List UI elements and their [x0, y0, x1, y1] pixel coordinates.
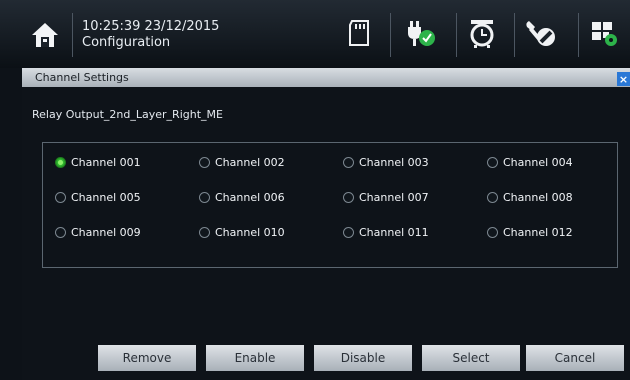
app-frame: 10:25:39 23/12/2015 Configuration Channe…: [0, 0, 630, 380]
radio-unchecked-icon: [55, 192, 66, 203]
toolbar-divider: [72, 13, 73, 57]
relay-output-label: Relay Output_2nd_Layer_Right_ME: [32, 108, 223, 121]
toolbar-divider: [514, 13, 515, 57]
status-clock: 10:25:39 23/12/2015 Configuration: [82, 19, 219, 51]
channel-radio-010[interactable]: Channel 010: [199, 226, 285, 239]
channel-label: Channel 002: [215, 156, 285, 169]
radio-unchecked-icon: [55, 227, 66, 238]
channel-radio-005[interactable]: Channel 005: [55, 191, 141, 204]
sd-card-button[interactable]: [340, 16, 380, 54]
radio-checked-icon: [55, 157, 66, 168]
radio-unchecked-icon: [487, 192, 498, 203]
radio-unchecked-icon: [343, 192, 354, 203]
channel-radio-006[interactable]: Channel 006: [199, 191, 285, 204]
radio-unchecked-icon: [487, 157, 498, 168]
channel-radio-002[interactable]: Channel 002: [199, 156, 285, 169]
channel-settings-dialog: Channel Settings × Relay Output_2nd_Laye…: [22, 68, 630, 380]
channel-label: Channel 007: [359, 191, 429, 204]
channel-label: Channel 004: [503, 156, 573, 169]
select-button[interactable]: Select: [422, 345, 520, 371]
enable-button[interactable]: Enable: [206, 345, 304, 371]
top-bar: 10:25:39 23/12/2015 Configuration: [0, 0, 630, 68]
channel-radio-012[interactable]: Channel 012: [487, 226, 573, 239]
channel-radio-004[interactable]: Channel 004: [487, 156, 573, 169]
grid-settings-icon: [589, 18, 619, 52]
channel-label: Channel 011: [359, 226, 429, 239]
radio-unchecked-icon: [487, 227, 498, 238]
channel-radio-001[interactable]: Channel 001: [55, 156, 141, 169]
tools-button[interactable]: [520, 16, 560, 54]
radio-unchecked-icon: [343, 227, 354, 238]
alarm-button[interactable]: [462, 16, 502, 54]
channel-label: Channel 006: [215, 191, 285, 204]
cancel-button[interactable]: Cancel: [526, 345, 624, 371]
close-icon: ×: [618, 72, 629, 86]
dialog-title-bar: Channel Settings ×: [22, 68, 630, 87]
power-status-button[interactable]: [400, 16, 440, 54]
page-title: Configuration: [82, 35, 171, 50]
radio-unchecked-icon: [343, 157, 354, 168]
toolbar-divider: [390, 13, 391, 57]
toolbar-divider: [456, 13, 457, 57]
radio-unchecked-icon: [199, 157, 210, 168]
radio-unchecked-icon: [199, 192, 210, 203]
power-plug-ok-icon: [402, 17, 438, 53]
dialog-title: Channel Settings: [35, 71, 129, 84]
wrench-disabled-icon: [523, 17, 557, 53]
remove-button[interactable]: Remove: [98, 345, 196, 371]
radio-unchecked-icon: [199, 227, 210, 238]
home-button[interactable]: [28, 20, 62, 54]
layout-settings-button[interactable]: [584, 16, 624, 54]
channel-label: Channel 005: [71, 191, 141, 204]
close-button[interactable]: ×: [617, 72, 630, 86]
alarm-clock-icon: [467, 17, 497, 53]
channel-radio-009[interactable]: Channel 009: [55, 226, 141, 239]
sd-card-icon: [347, 19, 373, 51]
channel-radio-011[interactable]: Channel 011: [343, 226, 429, 239]
toolbar-divider: [578, 13, 579, 57]
home-icon: [30, 20, 60, 54]
channel-label: Channel 001: [71, 156, 141, 169]
channel-label: Channel 003: [359, 156, 429, 169]
channel-radio-008[interactable]: Channel 008: [487, 191, 573, 204]
channel-selection-group: Channel 001 Channel 002 Channel 003 Chan…: [42, 142, 618, 268]
disable-button[interactable]: Disable: [314, 345, 412, 371]
channel-label: Channel 009: [71, 226, 141, 239]
channel-radio-003[interactable]: Channel 003: [343, 156, 429, 169]
channel-radio-007[interactable]: Channel 007: [343, 191, 429, 204]
datetime-text: 10:25:39 23/12/2015: [82, 19, 220, 34]
channel-label: Channel 010: [215, 226, 285, 239]
channel-label: Channel 008: [503, 191, 573, 204]
channel-label: Channel 012: [503, 226, 573, 239]
